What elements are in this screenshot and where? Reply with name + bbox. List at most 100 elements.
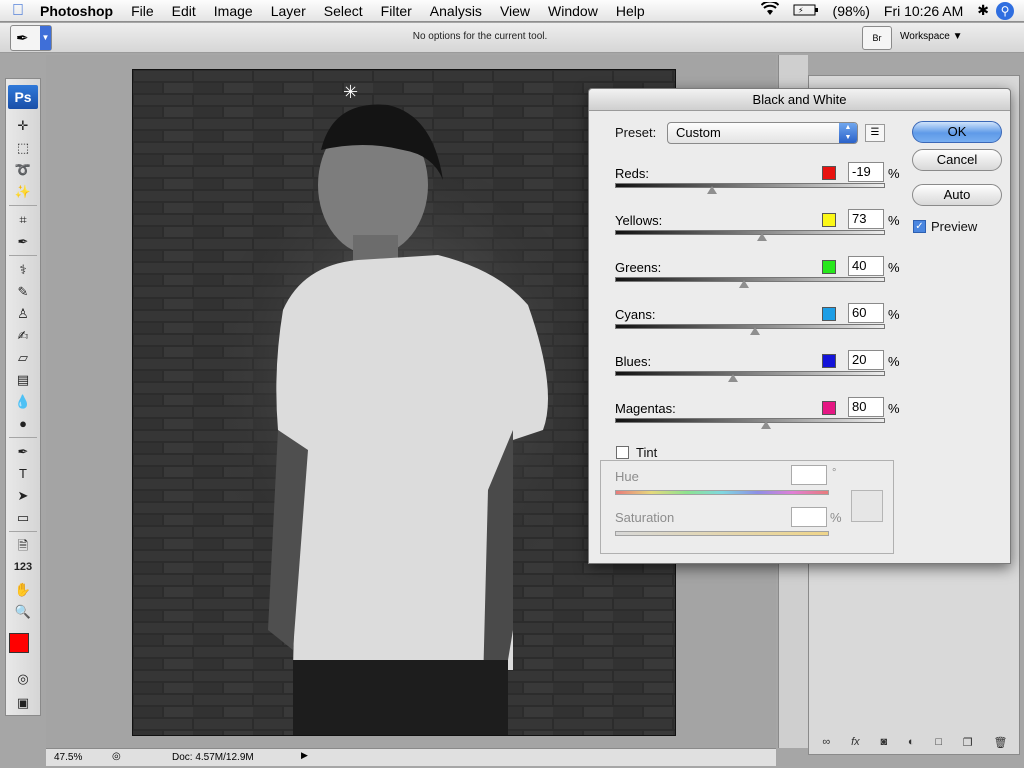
channel-swatch xyxy=(822,213,836,227)
notes-icon[interactable]: 🗎 xyxy=(11,535,35,556)
yellows-slider-thumb[interactable] xyxy=(757,233,767,241)
cancel-button[interactable]: Cancel xyxy=(912,149,1002,171)
percent-label: % xyxy=(888,401,900,416)
magentas-slider-thumb[interactable] xyxy=(761,421,771,429)
auto-button[interactable]: Auto xyxy=(912,184,1002,206)
dodge-icon[interactable]: ● xyxy=(11,413,35,434)
menu-file[interactable]: File xyxy=(122,0,163,22)
eyedropper-icon[interactable]: ✒ xyxy=(11,231,35,252)
pen-tool-icon[interactable]: ✒ xyxy=(11,441,35,462)
magentas-slider[interactable] xyxy=(615,418,885,423)
marquee-tool-icon[interactable]: ⬚ xyxy=(11,137,35,158)
crop-tool-icon[interactable]: ⌗ xyxy=(11,209,35,230)
screen-mode-icon[interactable]: ▣ xyxy=(11,692,35,713)
gradient-icon[interactable]: ▤ xyxy=(11,369,35,390)
channel-label: Magentas: xyxy=(615,401,676,416)
wifi-icon[interactable] xyxy=(754,0,786,19)
reds-slider-thumb[interactable] xyxy=(707,186,717,194)
status-arrow-icon[interactable]: ▶ xyxy=(301,750,313,765)
lasso-tool-icon[interactable]: ➰ xyxy=(11,159,35,180)
preview-checkbox[interactable]: ✓ xyxy=(913,220,926,233)
greens-input[interactable]: 40 xyxy=(848,256,884,276)
preset-select[interactable]: Custom ▲ ▼ xyxy=(667,122,858,144)
menu-image[interactable]: Image xyxy=(205,0,262,22)
bluetooth-icon[interactable]: ✱ xyxy=(970,2,996,19)
hue-input[interactable] xyxy=(791,465,827,485)
quick-mask-icon[interactable]: ◎ xyxy=(11,668,35,689)
blues-input[interactable]: 20 xyxy=(848,350,884,370)
shape-tool-icon[interactable]: ▭ xyxy=(11,507,35,528)
healing-brush-icon[interactable]: ⚕ xyxy=(11,259,35,280)
blues-slider-thumb[interactable] xyxy=(728,374,738,382)
percent-label: % xyxy=(888,260,900,275)
tint-checkbox[interactable] xyxy=(616,446,629,459)
menu-photoshop[interactable]: Photoshop xyxy=(36,0,122,22)
blues-slider[interactable] xyxy=(615,371,885,376)
menu-analysis[interactable]: Analysis xyxy=(421,0,491,22)
channel-label: Reds: xyxy=(615,166,649,181)
menu-filter[interactable]: Filter xyxy=(372,0,421,22)
battery-icon[interactable]: ⚡ xyxy=(786,3,826,19)
trash-icon[interactable]: 🗑 xyxy=(994,736,1008,754)
new-group-icon[interactable]: □ xyxy=(935,736,942,754)
cyans-slider-thumb[interactable] xyxy=(750,327,760,335)
greens-slider-thumb[interactable] xyxy=(739,280,749,288)
menu-edit[interactable]: Edit xyxy=(163,0,205,22)
reds-input[interactable]: -19 xyxy=(848,162,884,182)
path-selection-icon[interactable]: ➤ xyxy=(11,485,35,506)
cyans-input[interactable]: 60 xyxy=(848,303,884,323)
clock[interactable]: Fri 10:26 AM xyxy=(877,3,970,19)
document-info: Doc: 4.57M/12.9M xyxy=(172,752,254,763)
count-tool-icon[interactable]: 123 xyxy=(11,557,35,578)
saturation-input[interactable] xyxy=(791,507,827,527)
reds-slider[interactable] xyxy=(615,183,885,188)
clone-stamp-icon[interactable]: ♙ xyxy=(11,303,35,324)
bridge-button[interactable]: Br xyxy=(862,26,892,50)
yellows-input[interactable]: 73 xyxy=(848,209,884,229)
history-brush-icon[interactable]: ✍ xyxy=(11,325,35,346)
yellows-slider[interactable] xyxy=(615,230,885,235)
zoom-level[interactable]: 47.5% xyxy=(54,752,82,763)
foreground-color-swatch[interactable] xyxy=(9,633,29,653)
type-tool-icon[interactable]: T xyxy=(11,463,35,484)
channel-label: Yellows: xyxy=(615,213,663,228)
layer-mask-icon[interactable]: ◙ xyxy=(880,736,887,754)
new-layer-icon[interactable]: ❐ xyxy=(963,736,973,754)
ok-button[interactable]: OK xyxy=(912,121,1002,143)
spotlight-icon[interactable]: ⚲ xyxy=(996,1,1014,20)
menu-extras: ⚡ (98%) Fri 10:26 AM ✱ ⚲ xyxy=(754,0,1024,20)
apple-icon[interactable]:  xyxy=(0,2,36,20)
menu-window[interactable]: Window xyxy=(539,0,607,22)
channel-swatch xyxy=(822,166,836,180)
saturation-slider[interactable] xyxy=(615,531,829,536)
hue-slider[interactable] xyxy=(615,490,829,495)
ps-logo[interactable]: Ps xyxy=(8,85,38,109)
hue-label: Hue xyxy=(615,469,639,484)
preset-options-icon[interactable]: ☰ xyxy=(865,124,885,142)
magentas-input[interactable]: 80 xyxy=(848,397,884,417)
layer-style-icon[interactable]: fx xyxy=(851,736,860,754)
brush-tool-icon[interactable]: ✎ xyxy=(11,281,35,302)
dialog-title: Black and White xyxy=(589,89,1010,111)
menu-view[interactable]: View xyxy=(491,0,539,22)
loading-cursor-icon: ✳ xyxy=(343,82,359,102)
toolbox-divider xyxy=(9,531,37,532)
menu-help[interactable]: Help xyxy=(607,0,654,22)
channel-swatch xyxy=(822,260,836,274)
zoom-tool-icon[interactable]: 🔍 xyxy=(11,601,35,622)
hand-tool-icon[interactable]: ✋ xyxy=(11,579,35,600)
menu-select[interactable]: Select xyxy=(315,0,372,22)
adjustment-layer-icon[interactable]: ◐ xyxy=(908,736,915,754)
channel-swatch xyxy=(822,354,836,368)
eraser-icon[interactable]: ▱ xyxy=(11,347,35,368)
magic-wand-icon[interactable]: ✨ xyxy=(11,181,35,202)
greens-slider[interactable] xyxy=(615,277,885,282)
move-tool-icon[interactable]: ✛ xyxy=(11,115,35,136)
menu-bar:  Photoshop File Edit Image Layer Select… xyxy=(0,0,1024,22)
workspace-menu[interactable]: Workspace ▼ xyxy=(900,31,963,42)
channel-magentas: Magentas: 80 % xyxy=(615,397,905,445)
link-layers-icon[interactable]: ∞ xyxy=(822,736,830,754)
status-menu-icon[interactable]: ◎ xyxy=(112,751,121,762)
menu-layer[interactable]: Layer xyxy=(262,0,315,22)
blur-icon[interactable]: 💧 xyxy=(11,391,35,412)
